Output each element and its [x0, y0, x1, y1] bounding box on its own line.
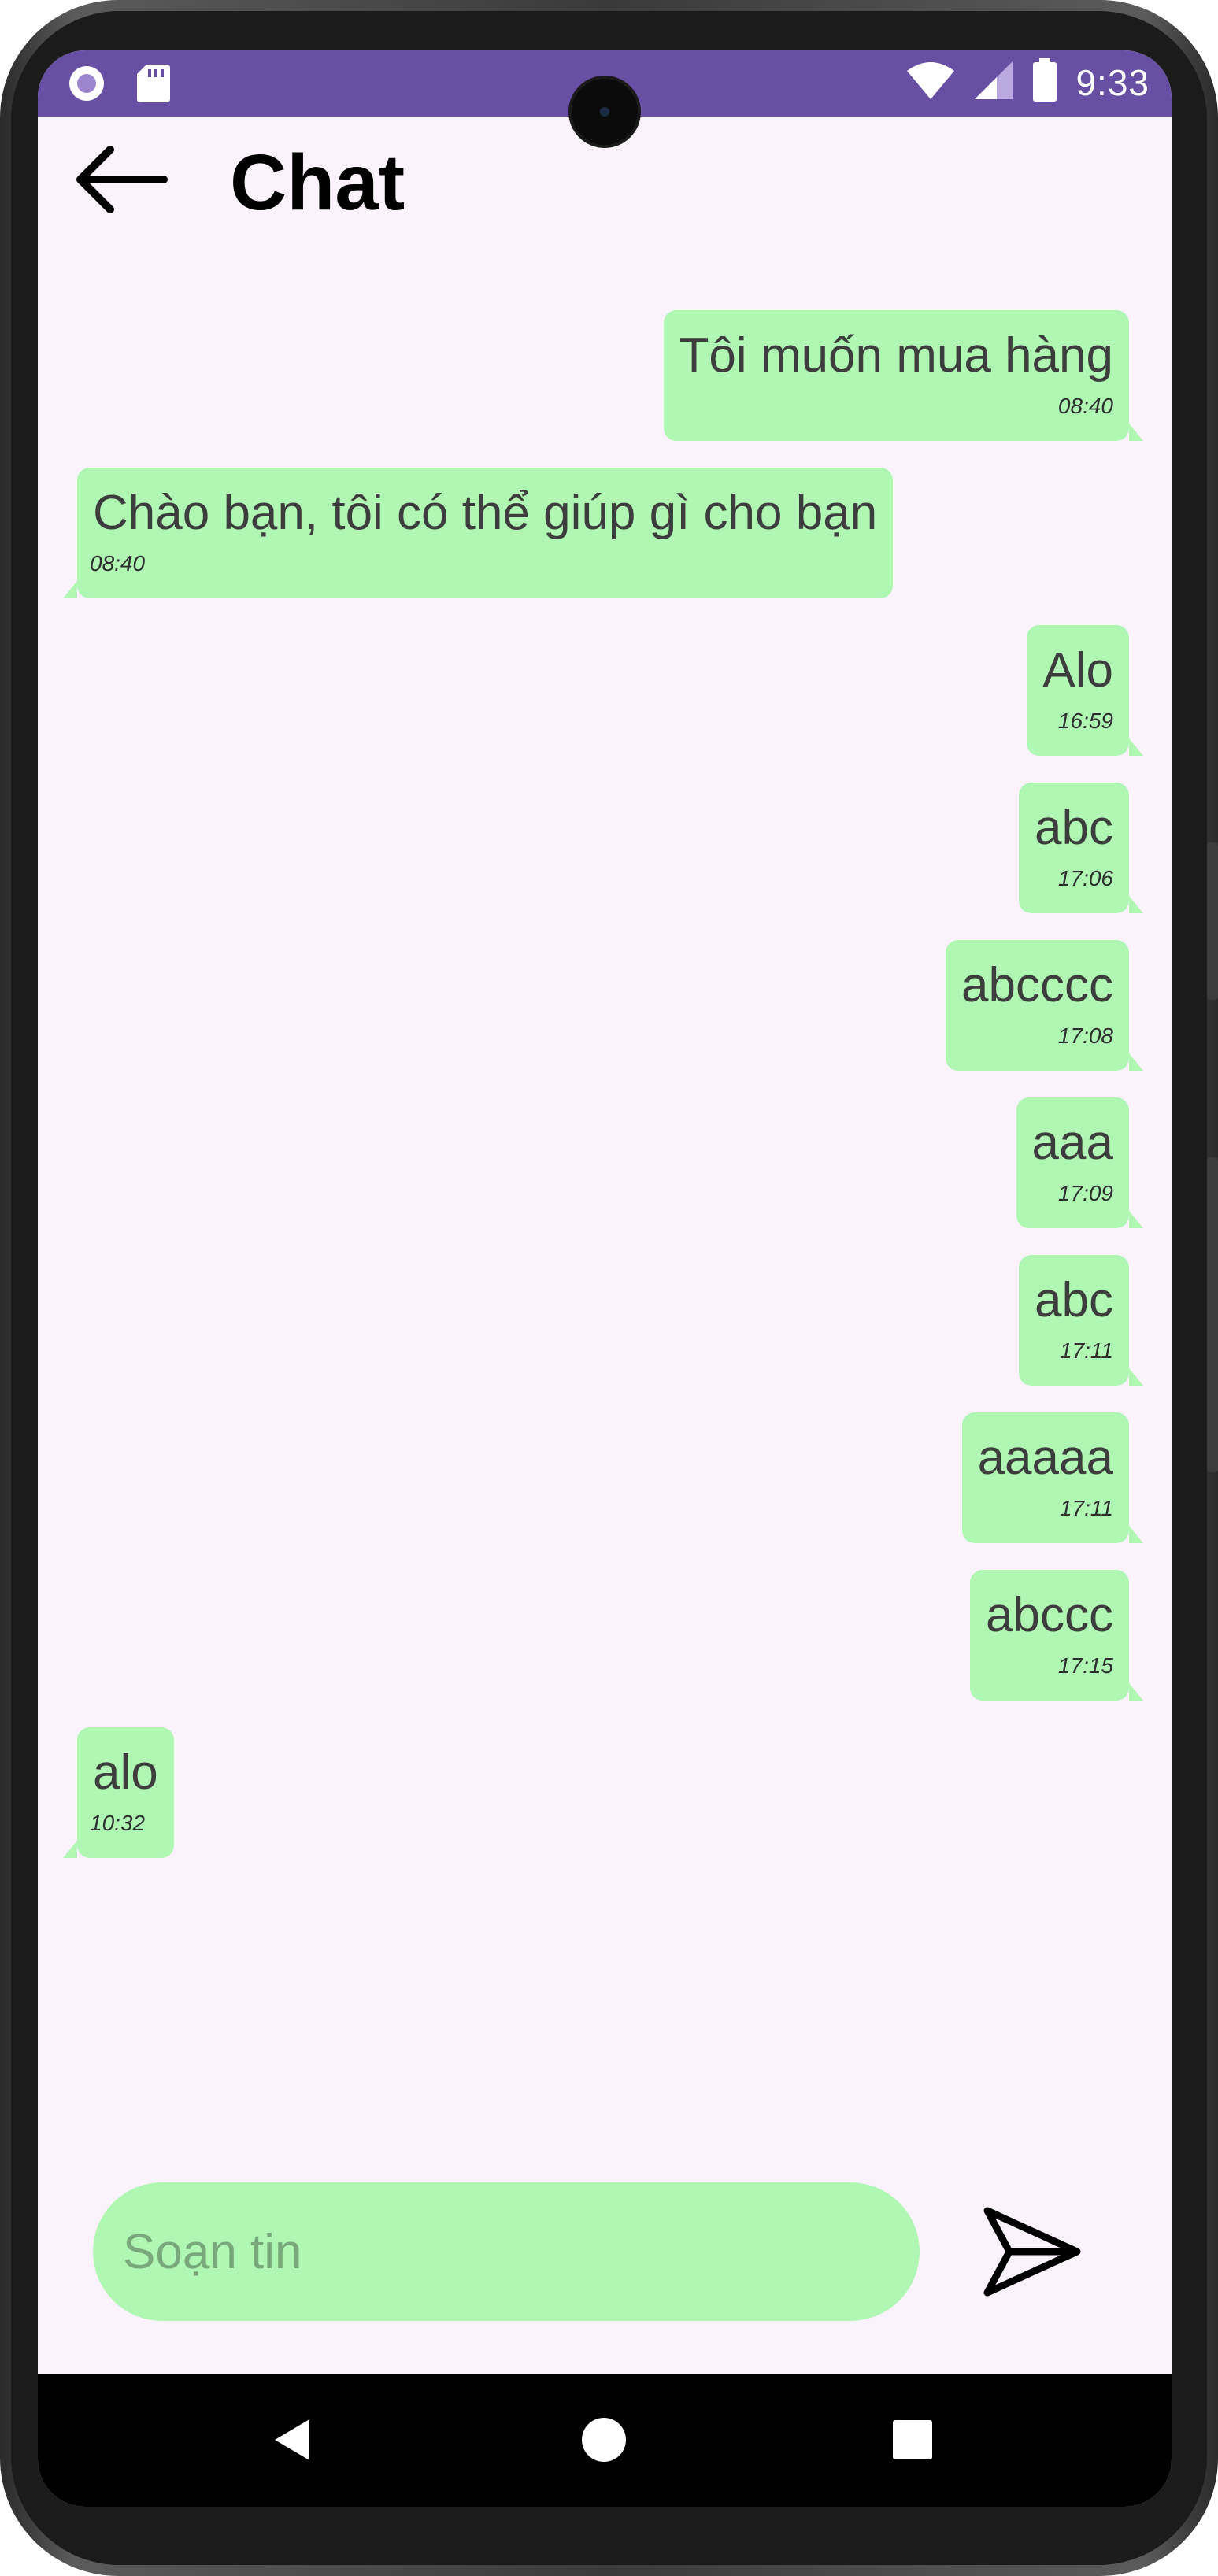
- message-row: Tôi muốn mua hàng 08:40: [38, 310, 1172, 468]
- message-row: aaa 17:09: [38, 1097, 1172, 1255]
- circle-notification-icon: [66, 63, 107, 108]
- message-bubble[interactable]: Chào bạn, tôi có thể giúp gì cho bạn 08:…: [62, 468, 894, 598]
- status-bar: 9:33: [38, 50, 1172, 145]
- volume-button: [1207, 842, 1218, 1000]
- message-time: 17:09: [1057, 1181, 1113, 1205]
- message-bubble[interactable]: abccc 17:15: [970, 1570, 1143, 1701]
- navigation-bar: [38, 2374, 1172, 2507]
- message-time: 17:11: [1060, 1338, 1113, 1363]
- message-text: abc: [1035, 1273, 1113, 1327]
- message-time: 17:15: [1057, 1653, 1113, 1678]
- arrow-left-icon: [71, 140, 170, 223]
- message-text: aaaaa: [977, 1430, 1113, 1485]
- app-screen: 9:33 Chat Tôi muốn mua hàng 08:40 Chào b…: [38, 50, 1172, 2507]
- message-time: 10:32: [90, 1811, 146, 1835]
- message-row: abc 17:06: [38, 783, 1172, 940]
- message-bubble[interactable]: abcccc 17:08: [946, 940, 1143, 1071]
- nav-home-button[interactable]: [568, 2406, 639, 2477]
- send-button[interactable]: [973, 2198, 1091, 2308]
- message-time: 08:40: [90, 551, 146, 576]
- message-text: alo: [93, 1745, 158, 1800]
- message-row: alo 10:32: [38, 1727, 1172, 1885]
- message-time: 17:06: [1057, 866, 1113, 890]
- wifi-icon: [905, 60, 956, 105]
- message-bubble[interactable]: aaa 17:09: [1016, 1097, 1144, 1228]
- battery-icon: [1031, 58, 1058, 106]
- message-time: 17:11: [1060, 1496, 1113, 1520]
- power-button: [1207, 1157, 1218, 1472]
- back-button[interactable]: [69, 140, 172, 222]
- message-bubble[interactable]: alo 10:32: [63, 1727, 174, 1858]
- message-text: Alo: [1042, 643, 1113, 698]
- message-bubble[interactable]: abc 17:06: [1019, 783, 1143, 913]
- message-bubble[interactable]: Alo 16:59: [1027, 625, 1143, 756]
- message-time: 17:08: [1057, 1023, 1113, 1048]
- message-bubble[interactable]: abc 17:11: [1019, 1255, 1143, 1386]
- nav-back-icon: [270, 2416, 317, 2467]
- cellular-signal-icon: [973, 60, 1014, 105]
- message-time: 16:59: [1057, 709, 1113, 733]
- nav-recents-button[interactable]: [877, 2406, 948, 2477]
- message-row: Chào bạn, tôi có thể giúp gì cho bạn 08:…: [38, 468, 1172, 625]
- message-text: abc: [1035, 801, 1113, 855]
- page-title: Chat: [230, 139, 405, 227]
- nav-back-button[interactable]: [258, 2406, 329, 2477]
- message-list: Tôi muốn mua hàng 08:40 Chào bạn, tôi có…: [38, 310, 1172, 1885]
- status-time: 9:33: [1075, 61, 1150, 103]
- message-text: Chào bạn, tôi có thể giúp gì cho bạn: [93, 486, 878, 540]
- message-row: abc 17:11: [38, 1255, 1172, 1412]
- message-text: aaa: [1031, 1116, 1113, 1170]
- message-row: abcccc 17:08: [38, 940, 1172, 1097]
- message-text: Tôi muốn mua hàng: [679, 328, 1113, 383]
- nav-home-icon: [579, 2415, 629, 2469]
- nav-recents-icon: [890, 2418, 935, 2466]
- sd-card-icon: [135, 63, 172, 108]
- message-row: abccc 17:15: [38, 1570, 1172, 1727]
- front-camera: [572, 79, 638, 145]
- message-bubble[interactable]: Tôi muốn mua hàng 08:40: [663, 310, 1144, 441]
- send-icon: [981, 2204, 1083, 2303]
- message-input[interactable]: [93, 2182, 920, 2321]
- message-bubble[interactable]: aaaaa 17:11: [961, 1412, 1144, 1543]
- message-text: abccc: [986, 1588, 1113, 1642]
- message-time: 08:40: [1057, 394, 1113, 418]
- message-row: Alo 16:59: [38, 625, 1172, 783]
- message-row: aaaaa 17:11: [38, 1412, 1172, 1570]
- message-text: abcccc: [961, 958, 1113, 1012]
